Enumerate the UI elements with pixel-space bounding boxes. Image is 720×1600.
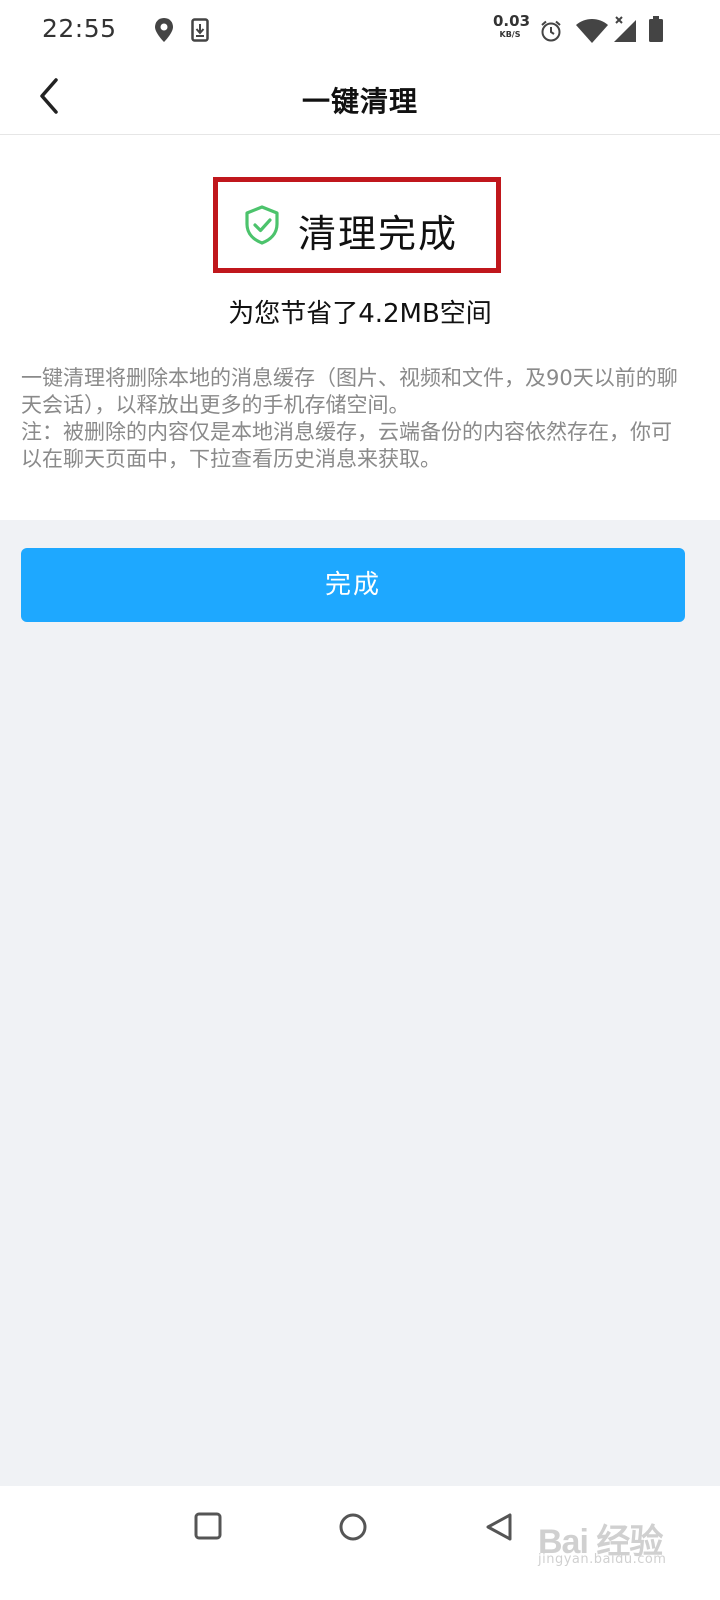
shield-check-icon [245, 205, 279, 245]
home-circle-icon[interactable] [338, 1512, 368, 1542]
baidu-watermark: Bai 经验 jingyan.baidu.com [538, 1494, 708, 1574]
result-title: 清理完成 [298, 212, 459, 256]
page-title: 一键清理 [301, 85, 418, 118]
download-icon [191, 18, 209, 42]
alarm-icon [541, 20, 561, 42]
top-navbar: 一键清理 [0, 62, 720, 135]
description-line: 一键清理将删除本地的消息缓存（图片、视频和文件，及90天以前的聊天会话），以释放… [21, 366, 678, 417]
status-bar: 22:55 0.03 KB/S [0, 0, 720, 62]
signal-icon [614, 16, 636, 42]
wifi-icon [576, 19, 608, 43]
result-panel: 清理完成 为您节省了4.2MB空间 一键清理将删除本地的消息缓存（图片、视频和文… [0, 135, 720, 520]
back-triangle-icon[interactable] [484, 1512, 514, 1542]
cleanup-description: 一键清理将删除本地的消息缓存（图片、视频和文件，及90天以前的聊天会话），以释放… [21, 365, 691, 473]
location-icon [155, 18, 173, 42]
network-speed-value: 0.03 [493, 12, 531, 30]
description-note: 注：被删除的内容仅是本地消息缓存，云端备份的内容依然存在，你可以在聊天页面中，下… [21, 420, 672, 471]
status-time: 22:55 [42, 14, 117, 43]
recents-square-icon[interactable] [194, 1512, 222, 1540]
done-button[interactable]: 完成 [21, 548, 685, 622]
battery-icon [649, 16, 663, 42]
network-speed-unit: KB/S [499, 30, 521, 39]
saved-space-text: 为您节省了4.2MB空间 [228, 299, 492, 329]
network-speed: 0.03 KB/S [493, 12, 531, 39]
watermark-subtext: jingyan.baidu.com [538, 1552, 667, 1567]
